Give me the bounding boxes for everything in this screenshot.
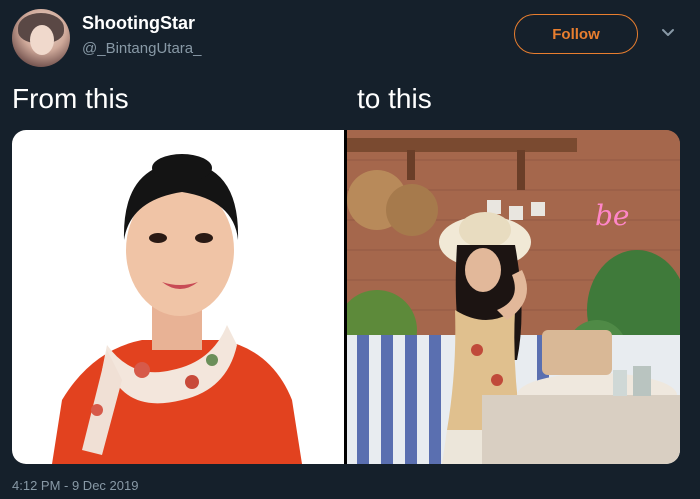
follow-button-label: Follow: [552, 25, 600, 43]
photo-after[interactable]: be: [347, 130, 680, 464]
avatar-face: [30, 25, 54, 55]
cafe-scene-illustration: be: [347, 130, 680, 464]
avatar[interactable]: [12, 9, 70, 67]
caption-from: From this: [12, 83, 129, 114]
follow-button[interactable]: Follow: [514, 14, 638, 54]
media-grid: be: [12, 130, 680, 464]
photo-before[interactable]: [12, 130, 344, 464]
user-handle[interactable]: @_BintangUtara_: [82, 40, 201, 57]
svg-text:be: be: [595, 199, 630, 232]
display-name[interactable]: ShootingStar: [82, 13, 195, 34]
chevron-down-icon[interactable]: [661, 28, 675, 38]
tweet-timestamp[interactable]: 4:12 PM - 9 Dec 2019: [12, 478, 138, 493]
caption-to: to this: [357, 83, 432, 114]
portrait-illustration: [52, 154, 302, 464]
